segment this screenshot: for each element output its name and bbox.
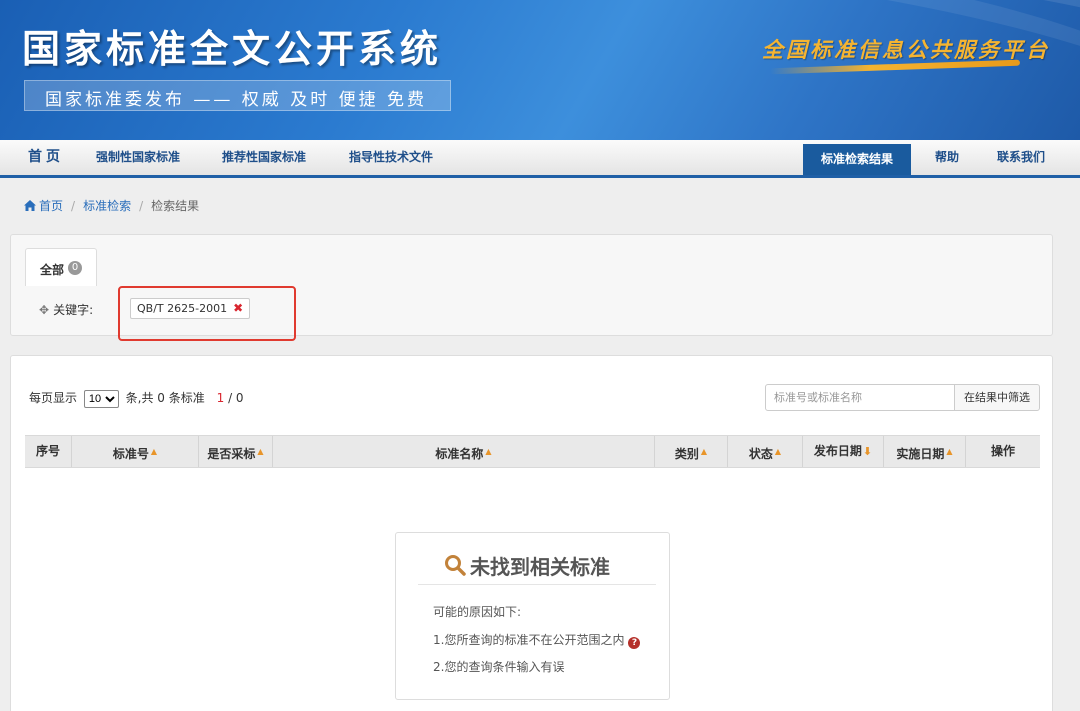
keyword-label-text: 关键字:: [53, 303, 94, 317]
page-total: / 0: [228, 391, 244, 405]
keyword-label: ✥ 关键字:: [39, 301, 93, 318]
reason-2: 2.您的查询条件输入有误: [433, 660, 565, 674]
sort-asc-icon: ▲: [700, 447, 708, 456]
header-banner: 国家标准全文公开系统 国家标准委发布 —— 权威 及时 便捷 免费 全国标准信息…: [0, 0, 1080, 140]
col-standard-no[interactable]: 标准号 ▲: [72, 436, 199, 467]
results-table-header: 序号 标准号 ▲ 是否采标 ▲ 标准名称 ▲ 类别 ▲ 状态 ▲ 发布日期⬇ 实施日期 ▲ …: [25, 435, 1040, 468]
sort-asc-icon: ▲: [150, 447, 158, 456]
col-status[interactable]: 状态 ▲: [728, 436, 803, 467]
col-action: 操作: [990, 444, 1015, 458]
breadcrumb-current: 检索结果: [151, 199, 200, 213]
sort-asc-icon: ▲: [946, 447, 953, 456]
per-page-label: 每页显示: [29, 391, 78, 405]
result-filter-input[interactable]: [765, 384, 955, 411]
highlight-annotation: [118, 286, 296, 341]
breadcrumb-search[interactable]: 标准检索: [83, 199, 131, 213]
nav-recommended[interactable]: 推荐性国家标准: [222, 140, 306, 175]
site-title: 国家标准全文公开系统: [22, 26, 443, 71]
col-implement-date[interactable]: 实施日期 ▲: [884, 436, 966, 467]
breadcrumb-separator: /: [139, 199, 144, 213]
pagination-info: 每页显示 10 条,共 0 条标准 1 / 0: [29, 389, 244, 408]
breadcrumb-separator: /: [71, 199, 76, 213]
sort-asc-icon: ▲: [257, 447, 264, 456]
slogan-box: 国家标准委发布 —— 权威 及时 便捷 免费: [24, 80, 451, 111]
col-publish-date[interactable]: 发布日期⬇: [803, 436, 884, 467]
nav-home[interactable]: 首页: [28, 140, 64, 175]
main-nav: 首页 强制性国家标准 推荐性国家标准 指导性技术文件 标准检索结果 帮助 联系我…: [0, 140, 1080, 178]
page-current: 1: [216, 391, 225, 405]
tab-count-badge: 0: [68, 261, 82, 275]
col-standard-name[interactable]: 标准名称 ▲: [273, 436, 655, 467]
reason-1: 1.您所查询的标准不在公开范围之内?: [433, 631, 641, 649]
no-results-box: 未找到相关标准 可能的原因如下: 1.您所查询的标准不在公开范围之内? 2.您的…: [395, 532, 670, 700]
nav-mandatory[interactable]: 强制性国家标准: [96, 140, 180, 175]
no-results-title: 未找到相关标准: [418, 551, 656, 585]
reasons-title: 可能的原因如下:: [433, 605, 522, 619]
sort-desc-icon: ⬇: [862, 445, 873, 458]
total-text: 条,共 0 条标准: [125, 391, 205, 405]
breadcrumb: 首页 / 标准检索 / 检索结果: [24, 197, 199, 214]
nav-contact[interactable]: 联系我们: [997, 140, 1045, 175]
col-adopted[interactable]: 是否采标 ▲: [199, 436, 273, 467]
nav-help[interactable]: 帮助: [935, 140, 959, 175]
sort-asc-icon: ▲: [485, 447, 492, 456]
per-page-select[interactable]: 10: [83, 390, 119, 408]
tab-all-label: 全部: [40, 263, 65, 277]
breadcrumb-home[interactable]: 首页: [39, 199, 63, 213]
slogan: 国家标准委发布 —— 权威 及时 便捷 免费: [45, 90, 428, 110]
filter-in-results-button[interactable]: 在结果中筛选: [954, 384, 1040, 411]
search-icon: [445, 555, 466, 576]
help-icon[interactable]: ?: [628, 637, 641, 649]
home-icon: [24, 200, 36, 211]
tab-all[interactable]: 全部 0: [25, 248, 97, 286]
col-category[interactable]: 类别 ▲: [655, 436, 728, 467]
results-panel: 每页显示 10 条,共 0 条标准 1 / 0 在结果中筛选 序号 标准号▲ 是…: [10, 355, 1053, 711]
sort-asc-icon: ▲: [774, 447, 782, 456]
col-index: 序号: [25, 436, 72, 467]
nav-search-results[interactable]: 标准检索结果: [803, 144, 912, 175]
nav-guidance[interactable]: 指导性技术文件: [349, 140, 433, 175]
move-icon: ✥: [39, 303, 50, 317]
